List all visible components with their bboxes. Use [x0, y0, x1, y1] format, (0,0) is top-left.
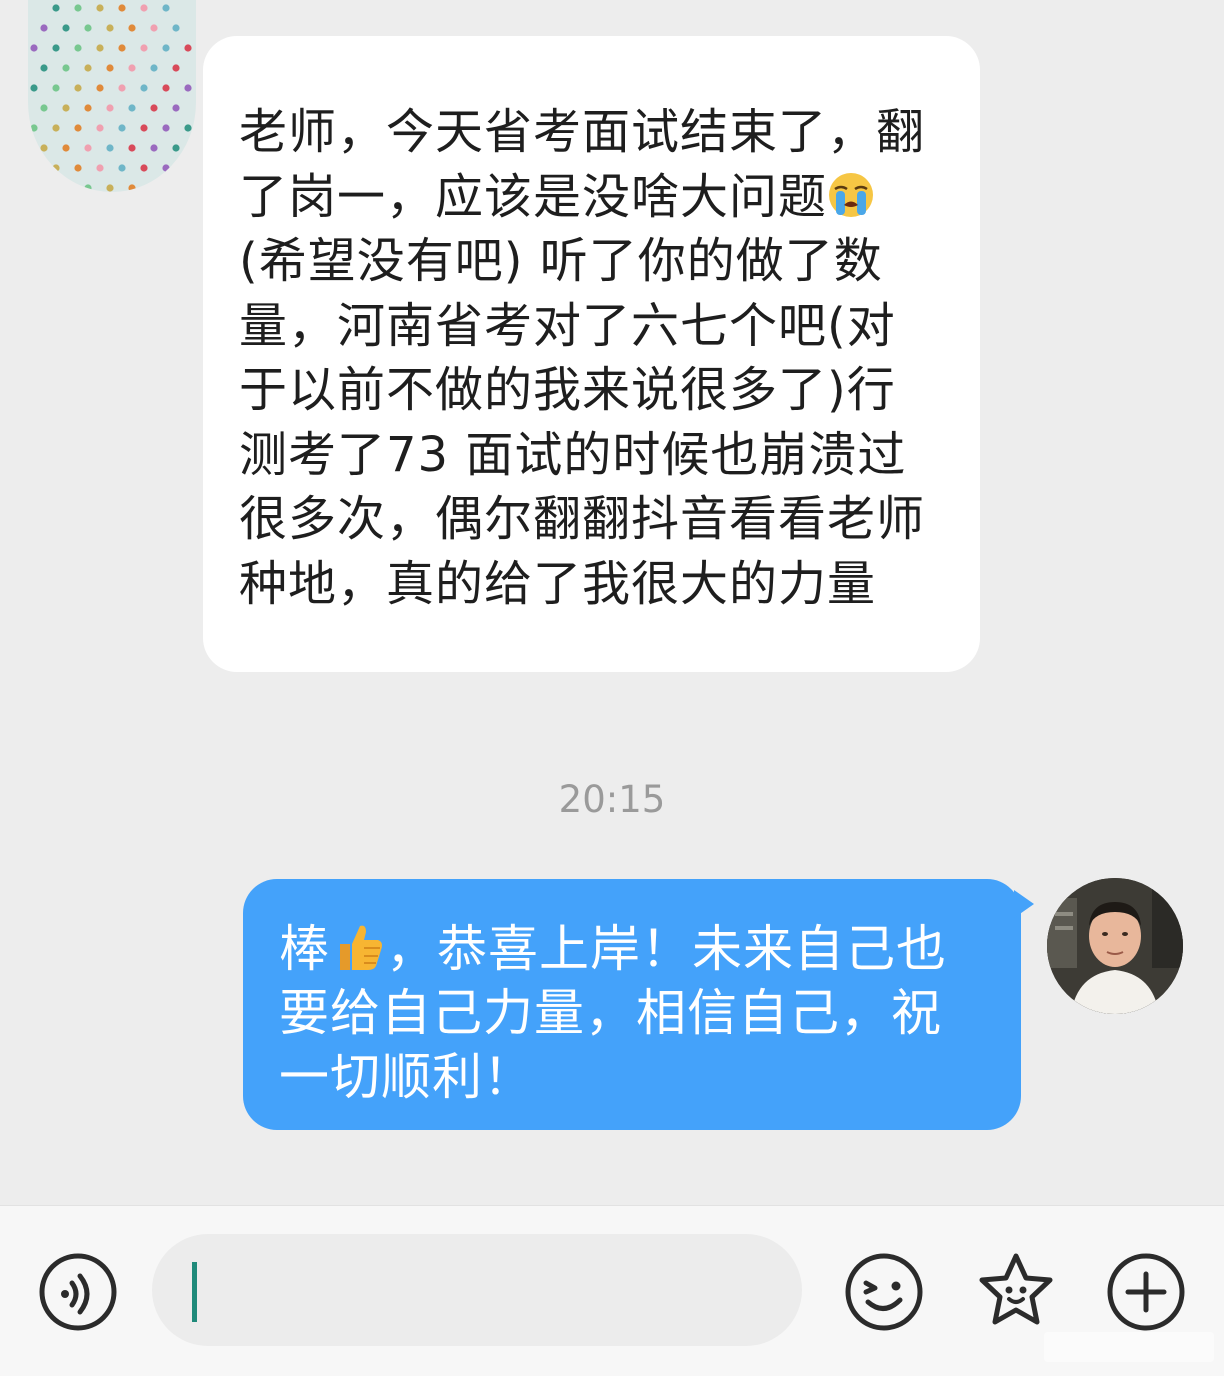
message-timestamp: 20:15 [558, 778, 666, 821]
avatar-dot [74, 44, 82, 52]
avatar-dot [140, 4, 148, 12]
avatar-dot [140, 44, 148, 52]
avatar-dot [96, 84, 104, 92]
avatar-dot [40, 64, 48, 72]
outgoing-message-bubble[interactable]: 棒 ，恭喜上岸！未来自己也要给自己力量，相信自己，祝一切顺利！ [243, 879, 1021, 1130]
avatar-dot [62, 144, 70, 152]
avatar-dot [150, 24, 158, 32]
avatar-dot [74, 164, 82, 172]
sender-avatar[interactable] [28, 0, 196, 192]
avatar-dot [140, 124, 148, 132]
avatar-dot [162, 124, 170, 132]
avatar-dot [118, 84, 126, 92]
avatar-dot [106, 64, 114, 72]
avatar-dot [140, 164, 148, 172]
avatar-dot [96, 164, 104, 172]
avatar-dot [128, 184, 136, 192]
avatar-dot [106, 144, 114, 152]
avatar-dot [74, 84, 82, 92]
loudly-crying-face-icon [829, 172, 874, 217]
avatar-dot [40, 144, 48, 152]
avatar-dot [162, 164, 170, 172]
avatar-dot [74, 4, 82, 12]
avatar-dot [184, 84, 192, 92]
avatar-dot [128, 104, 136, 112]
avatar-dot [172, 104, 180, 112]
avatar-dot [162, 84, 170, 92]
thumbs-up-icon [340, 925, 382, 970]
teacher-avatar[interactable] [1047, 878, 1183, 1014]
incoming-message-text: 老师，今天省考面试结束了，翻了岗一，应该是没啥大问题 (希望没有吧) 听了你的做… [239, 100, 944, 616]
message-input[interactable] [152, 1234, 802, 1346]
incoming-message-bubble[interactable]: 老师，今天省考面试结束了，翻了岗一，应该是没啥大问题 (希望没有吧) 听了你的做… [203, 36, 980, 672]
avatar-dot [106, 104, 114, 112]
avatar-dot [118, 164, 126, 172]
star-face-icon[interactable] [974, 1250, 1058, 1334]
voice-icon[interactable] [38, 1252, 118, 1332]
outgoing-message-text: 棒 ，恭喜上岸！未来自己也要给自己力量，相信自己，祝一切顺利！ [279, 917, 991, 1109]
avatar-dot [96, 4, 104, 12]
input-bar [0, 1205, 1224, 1376]
watermark-overlay [1044, 1332, 1214, 1362]
incoming-text-part2: (希望没有吧) 听了你的做了数量，河南省考对了六七个吧(对于以前不做的我来说很多… [239, 233, 926, 612]
avatar-dot [52, 44, 60, 52]
avatar-dot [118, 44, 126, 52]
avatar-dot [128, 64, 136, 72]
outgoing-text-part1: 棒 [279, 920, 330, 978]
avatar-dot [118, 4, 126, 12]
avatar-dot [128, 144, 136, 152]
avatar-dot [150, 144, 158, 152]
avatar-dot [62, 24, 70, 32]
avatar-dot [62, 104, 70, 112]
plus-icon[interactable] [1106, 1252, 1186, 1332]
avatar-dot [30, 124, 38, 132]
avatar-dot [74, 124, 82, 132]
avatar-dot [52, 164, 60, 172]
avatar-dot [84, 104, 92, 112]
avatar-dot [184, 44, 192, 52]
avatar-dot [52, 124, 60, 132]
avatar-dot [106, 184, 114, 192]
avatar-dot [172, 144, 180, 152]
avatar-dot [84, 184, 92, 192]
avatar-dot [150, 104, 158, 112]
avatar-dot [128, 24, 136, 32]
avatar-dot [52, 4, 60, 12]
avatar-dot [62, 64, 70, 72]
outgoing-bubble-tail [1014, 890, 1034, 918]
incoming-text-part1: 老师，今天省考面试结束了，翻了岗一，应该是没啥大问题 [239, 104, 926, 225]
polka-dot-avatar-icon [30, 4, 192, 192]
avatar-dot [162, 4, 170, 12]
avatar-dot [96, 44, 104, 52]
avatar-dot [172, 64, 180, 72]
teacher-photo-avatar-icon [1047, 878, 1183, 1014]
chat-area: 老师，今天省考面试结束了，翻了岗一，应该是没啥大问题 (希望没有吧) 听了你的做… [0, 0, 1224, 1205]
avatar-dot [184, 124, 192, 132]
avatar-dot [172, 24, 180, 32]
smiley-icon[interactable] [844, 1252, 924, 1332]
avatar-dot [40, 24, 48, 32]
avatar-dot [162, 44, 170, 52]
avatar-dot [52, 84, 60, 92]
avatar-dot [140, 84, 148, 92]
avatar-dot [118, 124, 126, 132]
avatar-dot [84, 24, 92, 32]
avatar-dot [96, 124, 104, 132]
avatar-dot [84, 64, 92, 72]
avatar-dot [150, 64, 158, 72]
avatar-dot [106, 24, 114, 32]
text-caret [192, 1262, 197, 1322]
avatar-dot [30, 44, 38, 52]
avatar-dot [84, 144, 92, 152]
avatar-dot [40, 104, 48, 112]
avatar-dot [30, 84, 38, 92]
